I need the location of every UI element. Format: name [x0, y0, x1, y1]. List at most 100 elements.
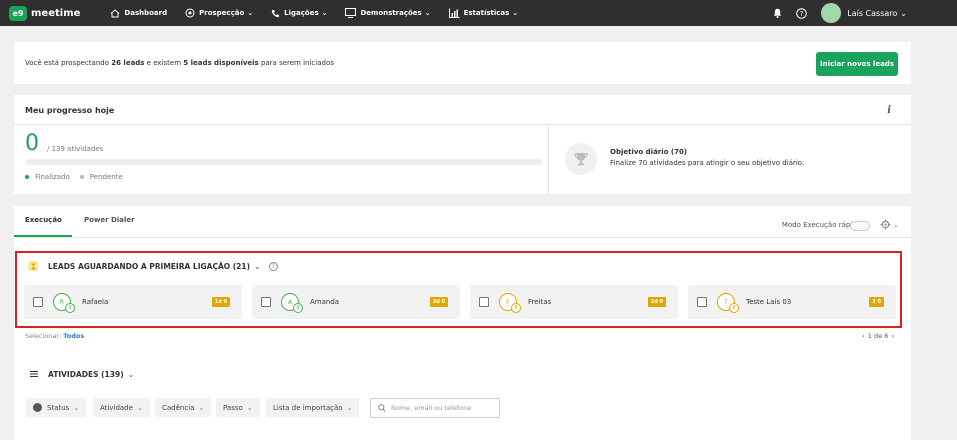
help-icon[interactable]: ?: [268, 261, 278, 271]
prospect-message: Você está prospectando 26 leads e existe…: [25, 59, 334, 67]
home-icon: [111, 8, 120, 17]
avatar[interactable]: [821, 3, 842, 23]
activities-header: ATIVIDADES (139) ⌄: [30, 370, 134, 379]
search-box[interactable]: [370, 398, 500, 418]
legend-done: Finalizado: [35, 173, 70, 181]
chevron-down-icon: ⌄: [424, 9, 431, 17]
chevron-down-icon[interactable]: ⌄: [254, 262, 261, 271]
chart-icon: [448, 8, 460, 18]
lead-checkbox[interactable]: [261, 297, 271, 307]
leads-available: 5 leads disponíveis: [183, 59, 259, 67]
search-input[interactable]: [391, 404, 491, 412]
tab-execucao[interactable]: Execução: [25, 216, 62, 224]
divider: [548, 125, 549, 194]
status-icon: [33, 403, 42, 412]
nav-estatisticas-label: Estatísticas: [463, 9, 510, 17]
lead-checkbox[interactable]: [33, 297, 43, 307]
prospect-text-mid: e existem: [144, 59, 184, 67]
prospect-panel: Você está prospectando 26 leads e existe…: [14, 42, 911, 84]
user-name[interactable]: Laís Cassaro: [847, 9, 897, 18]
chevron-down-icon: ⌄: [321, 9, 328, 17]
filter-status-label: Status: [47, 403, 70, 412]
settings-button[interactable]: ⌄: [880, 219, 899, 230]
chevron-down-icon[interactable]: ⌄: [900, 9, 907, 18]
nav-estatisticas[interactable]: Estatísticas ⌄: [448, 8, 518, 18]
pager-next-button[interactable]: ›: [891, 332, 894, 340]
lead-checkbox[interactable]: [697, 297, 707, 307]
activities-total: / 139 atividades: [47, 145, 104, 153]
lead-card[interactable]: T 8 Teste Laís 03 3 0: [688, 285, 896, 319]
nav-prospeccao-label: Prospecção: [199, 9, 245, 17]
search-icon: [378, 404, 386, 412]
tab-power-dialer[interactable]: Power Dialer: [84, 216, 135, 224]
lead-step: 9: [293, 303, 303, 313]
pager: ‹ 1 de 6 ›: [859, 332, 897, 340]
progress-title: Meu progresso hoje: [25, 106, 115, 115]
nav-dashboard-label: Dashboard: [124, 9, 168, 17]
progress-panel: Meu progresso hoje i 0 / 139 atividades …: [14, 95, 911, 194]
start-new-leads-button[interactable]: Iniciar novos leads: [816, 52, 898, 76]
nav-dashboard[interactable]: Dashboard: [110, 8, 167, 18]
lead-time-badge: 2d 0: [429, 297, 448, 307]
lead-time-badge: 3 0: [869, 297, 884, 307]
filter-passo[interactable]: Passo ⌄: [216, 398, 260, 417]
bell-icon[interactable]: [773, 8, 782, 18]
filter-atividade[interactable]: Atividade ⌄: [93, 398, 150, 417]
nav-ligacoes-label: Ligações: [284, 9, 319, 17]
pager-prev-button[interactable]: ‹: [862, 332, 865, 340]
divider: [14, 237, 911, 238]
nav-ligacoes[interactable]: Ligações ⌄: [271, 8, 327, 18]
filter-cadencia-label: Cadência: [162, 403, 195, 412]
nav-prospeccao[interactable]: Prospecção ⌄: [185, 8, 253, 18]
activities-done: 0: [25, 131, 39, 156]
progress-legend: Finalizado Pendente: [25, 173, 123, 181]
chevron-down-icon[interactable]: ⌄: [128, 370, 135, 379]
fast-mode-toggle[interactable]: [850, 221, 870, 231]
lead-step: 9: [65, 303, 75, 313]
chevron-down-icon: ⌄: [136, 403, 143, 412]
lead-step: 8: [511, 303, 521, 313]
select-all: Selecionar: Todos: [25, 332, 84, 340]
filter-lista-importacao[interactable]: Lista de importação ⌄: [266, 398, 360, 417]
prospect-text-post: para serem iniciados: [258, 59, 334, 67]
chevron-down-icon: ⌄: [893, 220, 899, 229]
pending-dot: [79, 175, 84, 179]
done-dot: [25, 175, 29, 179]
chevron-down-icon: ⌄: [246, 403, 253, 412]
pager-label: 1 de 6: [867, 332, 889, 340]
nav-demonstracoes[interactable]: Demonstrações ⌄: [345, 8, 431, 18]
leads-header: LEADS AGUARDANDO A PRIMEIRA LIGAÇÃO (21)…: [28, 261, 278, 271]
lead-name: Freitas: [528, 298, 552, 306]
lead-card[interactable]: F 8 Freitas 2d 0: [470, 285, 678, 319]
help-icon[interactable]: ?: [796, 7, 808, 19]
phone-icon: [271, 9, 280, 17]
select-label: Selecionar:: [25, 332, 62, 340]
filter-lista-label: Lista de importação: [273, 403, 343, 412]
filter-atividade-label: Atividade: [100, 403, 133, 412]
select-all-link[interactable]: Todos: [63, 332, 84, 340]
logo[interactable]: e9 meetime: [9, 5, 80, 21]
hourglass-icon: [28, 261, 38, 271]
leads-count: 26 leads: [111, 59, 145, 67]
lead-name: Teste Laís 03: [746, 298, 792, 306]
trophy-icon: [565, 143, 597, 175]
lead-name: Rafaela: [82, 298, 109, 306]
filter-cadencia[interactable]: Cadência ⌄: [155, 398, 212, 417]
lead-time-badge: 1d 0: [211, 297, 230, 307]
lead-time-badge: 2d 0: [647, 297, 666, 307]
top-nav: e9 meetime Dashboard Prospecção ⌄ Ligaçõ…: [0, 0, 957, 26]
info-icon[interactable]: i: [887, 105, 891, 116]
leads-title[interactable]: LEADS AGUARDANDO A PRIMEIRA LIGAÇÃO (21): [48, 262, 250, 271]
goal-title: Objetivo diário (70): [610, 148, 688, 156]
filter-status[interactable]: Status ⌄: [26, 398, 87, 417]
lead-name: Amanda: [310, 298, 340, 306]
lead-card[interactable]: R 9 Rafaela 1d 0: [24, 285, 242, 319]
chevron-down-icon: ⌄: [73, 403, 80, 412]
activities-title[interactable]: ATIVIDADES (139): [48, 370, 124, 379]
logo-badge: e9: [9, 5, 27, 21]
help-mark: ?: [800, 10, 804, 18]
nav-demonstracoes-label: Demonstrações: [360, 9, 422, 17]
filter-passo-label: Passo: [223, 403, 243, 412]
lead-checkbox[interactable]: [479, 297, 489, 307]
lead-card[interactable]: A 9 Amanda 2d 0: [252, 285, 460, 319]
